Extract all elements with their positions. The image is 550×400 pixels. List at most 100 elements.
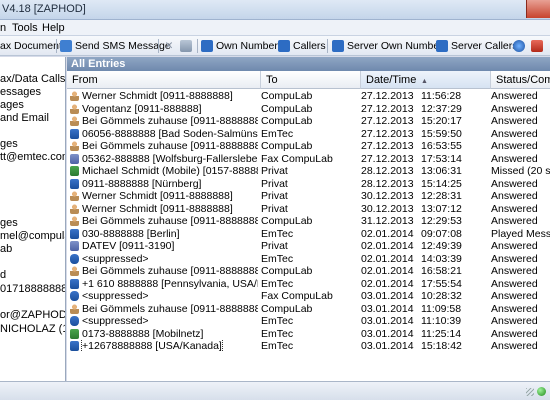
date-text: 03.01.2014 <box>361 302 414 315</box>
table-row[interactable]: Bei Gömmels zuhause [0911-8888888] CompuL… <box>67 140 550 152</box>
cell-from: 0911-8888888 [Nürnberg] <box>70 178 258 190</box>
table-row[interactable]: 030-8888888 [Berlin] EmTec 02.01.2014 09:07… <box>67 228 550 240</box>
caller-text: Michael Schmidt (Mobile) [0157-88888887] <box>82 165 258 177</box>
cell-to: EmTec <box>261 315 294 327</box>
tree-item-emtec-account[interactable]: tt@emtec.com <box>0 151 65 164</box>
cell-date: 02.01.2014 12:49:39 <box>361 240 487 252</box>
cell-status: Answered <box>491 127 538 140</box>
menu-help[interactable]: Help <box>42 22 65 34</box>
fax-document-label: ax Document <box>0 40 62 52</box>
person-icon <box>70 266 79 276</box>
date-text: 03.01.2014 <box>361 315 414 327</box>
tree-item-d[interactable]: d <box>0 269 6 282</box>
tree-item-mobile-number[interactable]: 01718888888 <box>0 283 65 296</box>
delete-button[interactable]: ✕ <box>163 39 178 53</box>
cell-from: 0173-8888888 [Mobilnetz] <box>70 328 258 340</box>
time-text: 11:09:58 <box>421 302 462 315</box>
cell-date: 03.01.2014 10:28:32 <box>361 290 487 302</box>
toolbar-separator <box>56 39 57 53</box>
table-row[interactable]: Vogentanz [0911-888888] CompuLab 27.12.201… <box>67 103 550 115</box>
table-row[interactable]: DATEV [0911-3190] Privat 02.01.2014 12:49:3… <box>67 240 550 252</box>
connection-status-icon <box>537 387 546 396</box>
menu-file[interactable]: n <box>0 22 6 34</box>
menu-tools[interactable]: Tools <box>12 22 38 34</box>
table-row[interactable]: Bei Gömmels zuhause [0911-8888888] CompuL… <box>67 265 550 277</box>
column-header-date[interactable]: Date/Time ▲ <box>361 71 491 89</box>
tree-item-and-email[interactable]: and Email <box>0 112 49 125</box>
cell-date: 03.01.2014 15:18:42 <box>361 340 487 352</box>
cell-to: Privat <box>261 165 288 177</box>
server-phone-icon <box>332 40 344 52</box>
title-bar: V4.18 [ZAPHOD] <box>0 0 550 20</box>
column-header-from[interactable]: From <box>67 71 261 89</box>
caller-text: Bei Gömmels zuhause [0911-8888888] <box>82 302 258 315</box>
date-text: 27.12.2013 <box>361 115 414 127</box>
table-row[interactable]: <suppressed> EmTec 03.01.2014 11:10:39 Answe… <box>67 315 550 327</box>
phone-icon <box>70 178 79 189</box>
table-row[interactable]: Werner Schmidt [0911-8888888] Privat 30.12… <box>67 203 550 215</box>
forward-button[interactable] <box>180 39 195 53</box>
send-sms-button[interactable]: Send SMS Message <box>60 39 171 53</box>
table-row[interactable]: <suppressed> EmTec 02.01.2014 14:03:39 Answe… <box>67 253 550 265</box>
toolbar: ax Document Send SMS Message ✕ Own Numbe… <box>0 36 550 56</box>
tree-item-messages-2[interactable]: ages <box>0 99 24 112</box>
time-text: 15:14:25 <box>421 177 462 190</box>
cell-status: Missed (20 sec <box>491 165 550 177</box>
callers-label: Callers <box>293 40 326 52</box>
table-row[interactable]: Werner Schmidt [0911-8888888] Privat 30.12… <box>67 190 550 202</box>
date-text: 27.12.2013 <box>361 152 414 165</box>
table-row[interactable]: +1 610 8888888 [Pennsylvania, USA/Kanada… <box>67 278 550 290</box>
column-header-to[interactable]: To <box>261 71 361 89</box>
table-row[interactable]: +12678888888 [USA/Kanada] EmTec 03.01.2014… <box>67 340 550 352</box>
cell-date: 27.12.2013 11:56:28 <box>361 90 487 102</box>
fax-document-button[interactable]: ax Document <box>0 39 62 53</box>
cell-from: Michael Schmidt (Mobile) [0157-88888887] <box>70 165 258 177</box>
time-text: 11:25:14 <box>421 327 462 340</box>
tree-item-nicholaz-server[interactable]: NICHOLAZ (192.1 <box>0 323 65 336</box>
caller-text: Bei Gömmels zuhause [0911-8888888] <box>82 265 258 277</box>
cell-from: <suppressed> <box>70 253 258 265</box>
column-header-status[interactable]: Status/Comm <box>491 71 550 89</box>
cell-date: 02.01.2014 09:07:08 <box>361 228 487 240</box>
cell-date: 31.12.2013 12:29:53 <box>361 215 487 227</box>
tree-item-messages-3[interactable]: ges <box>0 138 18 151</box>
table-row[interactable]: Michael Schmidt (Mobile) [0157-88888887]… <box>67 165 550 177</box>
time-text: 16:58:21 <box>421 265 462 277</box>
table-row[interactable]: 0173-8888888 [Mobilnetz] EmTec 03.01.2014 1… <box>67 328 550 340</box>
close-window-button[interactable] <box>526 0 550 18</box>
own-numbers-button[interactable]: Own Numbers <box>201 39 283 53</box>
tree-item-messages-4[interactable]: ges <box>0 217 18 230</box>
table-row[interactable]: 0911-8888888 [Nürnberg] Privat 28.12.2013 1… <box>67 178 550 190</box>
navigation-tree: ax/Data Calls essages ages and Email ges… <box>0 57 66 381</box>
server-callers-button[interactable]: Server Callers <box>436 39 518 53</box>
cell-to: CompuLab <box>261 90 313 102</box>
cell-date: 03.01.2014 11:25:14 <box>361 328 487 340</box>
tree-item-fax-data-calls[interactable]: ax/Data Calls <box>0 73 65 86</box>
extra-button[interactable] <box>531 39 546 53</box>
table-row[interactable]: 05362-888888 [Wolfsburg-Fallersleben] Fax… <box>67 153 550 165</box>
date-text: 28.12.2013 <box>361 165 414 177</box>
tree-item-compulab[interactable]: ab <box>0 243 12 256</box>
date-text: 27.12.2013 <box>361 140 414 152</box>
table-row[interactable]: Werner Schmidt [0911-8888888] CompuLab 27.… <box>67 90 550 102</box>
cell-date: 02.01.2014 16:58:21 <box>361 265 487 277</box>
tree-item-compulab-account[interactable]: mel@compulab.c <box>0 230 65 243</box>
server-own-numbers-button[interactable]: Server Own Numbers <box>332 39 448 53</box>
table-row[interactable]: 06056-8888888 [Bad Soden-Salmünster] EmTe… <box>67 128 550 140</box>
tree-item-zaphod-server[interactable]: or@ZAPHOD (192 <box>0 309 65 322</box>
table-row[interactable]: Bei Gömmels zuhause [0911-8888888] CompuL… <box>67 115 550 127</box>
cell-to: Privat <box>261 177 288 190</box>
table-row[interactable]: Bei Gömmels zuhause [0911-8888888] CompuL… <box>67 303 550 315</box>
table-row[interactable]: <suppressed> Fax CompuLab 03.01.2014 10:28:… <box>67 290 550 302</box>
internet-button[interactable] <box>513 39 528 53</box>
tree-item-messages[interactable]: essages <box>0 86 41 99</box>
cell-status: Answered <box>491 240 538 252</box>
own-numbers-label: Own Numbers <box>216 40 284 52</box>
person-icon <box>70 116 79 126</box>
cell-status: Answered <box>491 327 538 340</box>
date-text: 03.01.2014 <box>361 290 414 302</box>
cell-date: 27.12.2013 12:37:29 <box>361 103 487 115</box>
callers-button[interactable]: Callers <box>278 39 326 53</box>
cell-to: EmTec <box>261 277 294 290</box>
table-row[interactable]: Bei Gömmels zuhause [0911-8888888] CompuL… <box>67 215 550 227</box>
